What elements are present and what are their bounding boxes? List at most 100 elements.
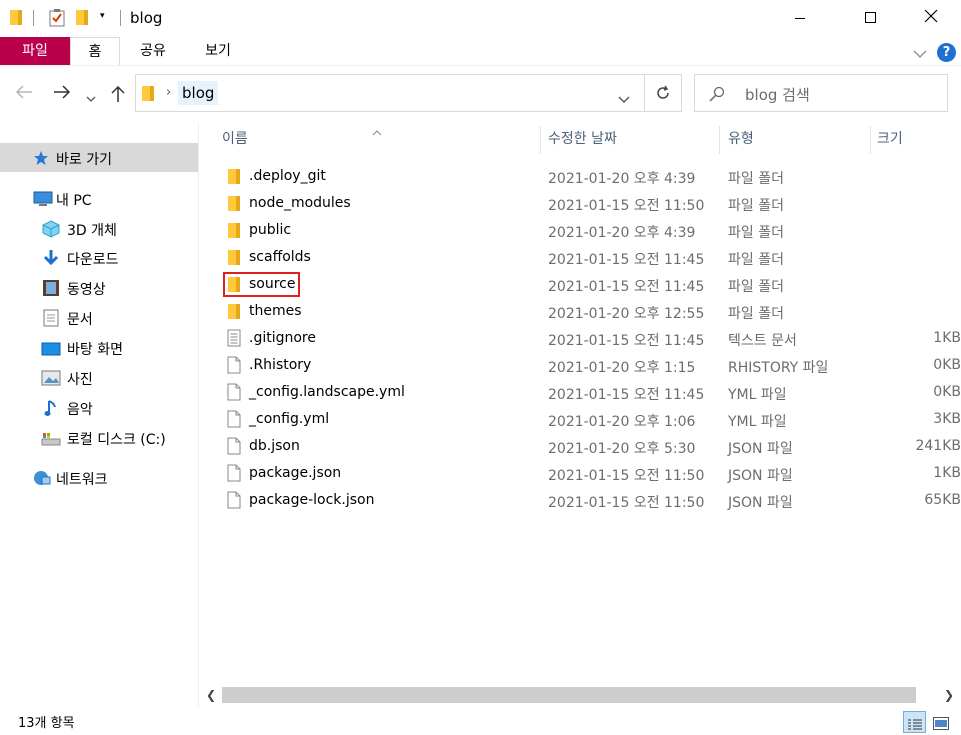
file-row[interactable]: themes 2021-01-20 오후 12:55 파일 폴더 — [220, 298, 961, 325]
3d-objects-icon — [42, 220, 60, 242]
column-divider — [719, 126, 720, 154]
file-size: 0KB — [933, 384, 961, 400]
back-arrow-icon[interactable] — [14, 84, 34, 104]
file-type: 파일 폴더 — [728, 252, 784, 268]
tab-file[interactable]: 파일 — [0, 37, 70, 65]
file-row[interactable]: package-lock.json 2021-01-15 오전 11:50 JSON… — [220, 487, 961, 514]
properties-icon[interactable] — [49, 9, 65, 27]
file-row[interactable]: db.json 2021-01-20 오후 5:30 JSON 파일 241KB — [220, 433, 961, 460]
column-divider — [870, 126, 871, 154]
file-type: YML 파일 — [728, 414, 787, 430]
scroll-left-icon[interactable]: ❮ — [206, 688, 216, 702]
nav-item-network[interactable]: 네트워크 — [0, 463, 198, 492]
file-type: JSON 파일 — [728, 468, 793, 484]
nav-item-desktop[interactable]: 바탕 화면 — [0, 333, 198, 362]
file-row[interactable]: node_modules 2021-01-15 오전 11:50 파일 폴더 — [220, 190, 961, 217]
file-row[interactable]: _config.landscape.yml 2021-01-15 오전 11:45… — [220, 379, 961, 406]
file-size: 3KB — [933, 411, 961, 427]
column-header-size[interactable]: 크기 — [877, 122, 961, 156]
nav-item-this-pc[interactable]: 내 PC — [0, 184, 198, 213]
file-row[interactable]: public 2021-01-20 오후 4:39 파일 폴더 — [220, 217, 961, 244]
file-icon — [227, 437, 241, 455]
network-icon — [31, 469, 51, 491]
file-row[interactable]: _config.yml 2021-01-20 오후 1:06 YML 파일 3KB — [220, 406, 961, 433]
search-box[interactable]: blog 검색 — [694, 74, 948, 112]
file-row[interactable]: scaffolds 2021-01-15 오전 11:45 파일 폴더 — [220, 244, 961, 271]
help-icon[interactable]: ? — [937, 43, 956, 62]
horizontal-scrollbar[interactable]: ❮ ❯ — [200, 684, 961, 706]
local-disk-icon — [41, 431, 61, 450]
large-icons-view-icon — [933, 715, 949, 734]
nav-item-label: 로컬 디스크 (C:) — [67, 432, 166, 448]
address-path[interactable]: blog — [178, 81, 219, 105]
column-header-date[interactable]: 수정한 날짜 — [548, 122, 718, 156]
nav-item-documents[interactable]: 문서 — [0, 303, 198, 332]
column-header-name[interactable]: 이름 — [222, 122, 540, 156]
minimize-button[interactable] — [777, 0, 823, 36]
scrollbar-thumb[interactable] — [222, 687, 916, 703]
file-row[interactable]: package.json 2021-01-15 오전 11:50 JSON 파일 1K… — [220, 460, 961, 487]
file-type: JSON 파일 — [728, 441, 793, 457]
file-row[interactable]: .Rhistory 2021-01-20 오후 1:15 RHISTORY 파일 0K… — [220, 352, 961, 379]
address-chevron-icon[interactable]: › — [166, 85, 171, 100]
item-count: 13개 항목 — [18, 716, 75, 731]
scroll-right-icon[interactable]: ❯ — [944, 688, 954, 702]
nav-item-local-disk[interactable]: 로컬 디스크 (C:) — [0, 423, 198, 452]
address-row: › blog blog 검색 — [0, 66, 961, 122]
large-icons-view-button[interactable] — [930, 711, 953, 733]
address-bar[interactable]: › blog — [135, 74, 645, 112]
file-type: 파일 폴더 — [728, 306, 784, 322]
file-size: 1KB — [933, 465, 961, 481]
file-date: 2021-01-15 오전 11:45 — [548, 387, 705, 403]
qat-separator — [33, 10, 34, 26]
address-dropdown-icon[interactable] — [618, 89, 630, 108]
nav-item-videos[interactable]: 동영상 — [0, 273, 198, 302]
details-view-button[interactable] — [903, 711, 926, 733]
nav-item-3d-objects[interactable]: 3D 개체 — [0, 214, 198, 243]
file-date: 2021-01-20 오후 4:39 — [548, 225, 696, 241]
highlight-box — [223, 272, 300, 297]
window-title: blog — [130, 9, 163, 27]
file-row[interactable]: .gitignore 2021-01-15 오전 11:45 텍스트 문서 1KB — [220, 325, 961, 352]
star-icon — [33, 150, 49, 170]
new-folder-icon[interactable] — [76, 10, 88, 25]
nav-item-downloads[interactable]: 다운로드 — [0, 243, 198, 272]
search-icon — [709, 86, 725, 106]
column-header-type[interactable]: 유형 — [728, 122, 868, 156]
close-button[interactable] — [907, 0, 953, 36]
download-icon — [43, 249, 59, 271]
status-bar: 13개 항목 — [0, 708, 961, 735]
refresh-button[interactable] — [644, 74, 682, 112]
file-row[interactable]: source 2021-01-15 오전 11:45 파일 폴더 — [220, 271, 961, 298]
folder-icon — [228, 304, 240, 319]
file-icon — [227, 383, 241, 401]
details-view-icon — [908, 716, 922, 735]
tab-view[interactable]: 보기 — [190, 37, 246, 65]
file-name: db.json — [249, 438, 300, 454]
recent-locations-icon[interactable] — [86, 88, 96, 107]
up-arrow-icon[interactable] — [110, 84, 126, 108]
folder-icon — [228, 196, 240, 211]
file-size: 65KB — [924, 492, 961, 508]
nav-item-label: 동영상 — [67, 282, 106, 298]
address-folder-icon — [142, 86, 154, 105]
file-icon — [227, 464, 241, 482]
forward-arrow-icon[interactable] — [52, 84, 72, 104]
file-size: 1KB — [933, 330, 961, 346]
nav-item-quick-access[interactable]: 바로 가기 — [0, 143, 198, 172]
nav-item-music[interactable]: 음악 — [0, 393, 198, 422]
file-name: _config.landscape.yml — [249, 384, 405, 400]
qat-dropdown-icon[interactable]: ▾ — [100, 11, 105, 21]
file-date: 2021-01-20 오후 4:39 — [548, 171, 696, 187]
maximize-button[interactable] — [847, 0, 893, 36]
ribbon-expand-icon[interactable] — [913, 44, 927, 63]
file-type: 파일 폴더 — [728, 171, 784, 187]
file-type: 텍스트 문서 — [728, 333, 797, 349]
file-row[interactable]: .deploy_git 2021-01-20 오후 4:39 파일 폴더 — [220, 163, 961, 190]
nav-item-pictures[interactable]: 사진 — [0, 363, 198, 392]
text-file-icon — [227, 329, 241, 347]
tab-home[interactable]: 홈 — [70, 37, 120, 65]
file-date: 2021-01-20 오후 1:15 — [548, 360, 696, 376]
file-name: _config.yml — [249, 411, 330, 427]
tab-share[interactable]: 공유 — [126, 37, 180, 65]
